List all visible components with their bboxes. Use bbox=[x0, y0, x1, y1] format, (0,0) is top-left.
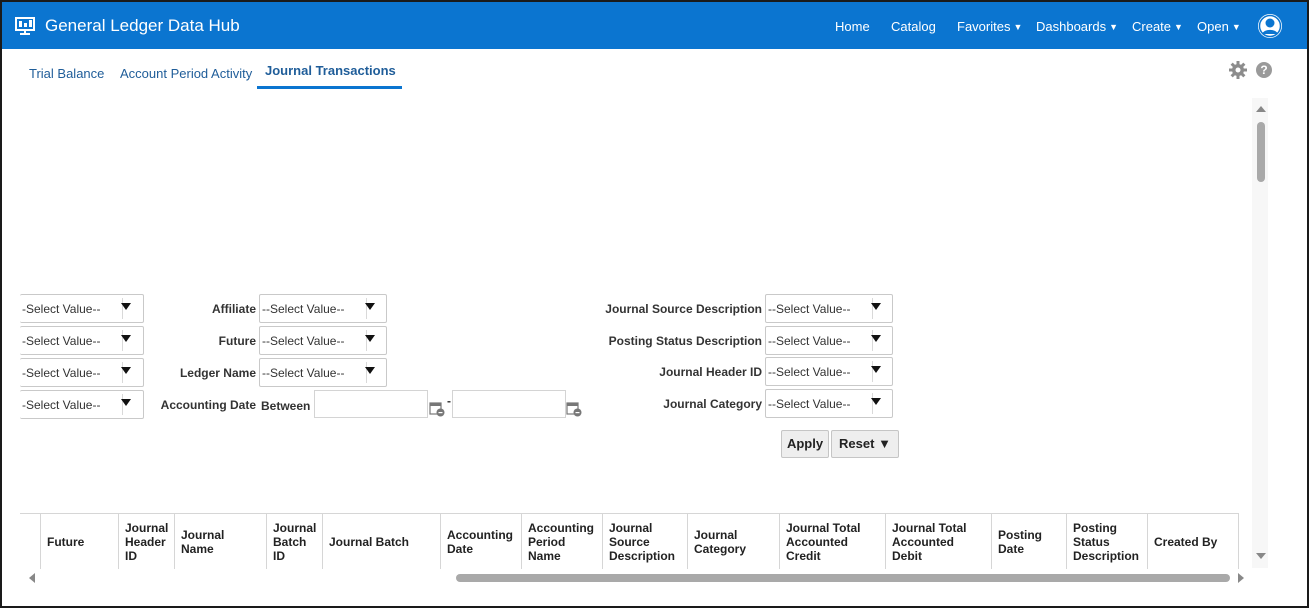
future-select[interactable]: --Select Value-- bbox=[259, 326, 387, 355]
table-column-header[interactable]: Journal Name bbox=[175, 514, 267, 569]
tab-journal-transactions[interactable]: Journal Transactions bbox=[265, 63, 396, 78]
chevron-down-icon: ▼ bbox=[1109, 22, 1119, 32]
app-title: General Ledger Data Hub bbox=[45, 16, 240, 35]
table-column-header[interactable]: Journal Total Accounted Debit bbox=[886, 514, 992, 569]
prompt-select-left-1[interactable]: -Select Value-- bbox=[20, 294, 144, 323]
accounting-date-to-input[interactable] bbox=[452, 390, 566, 418]
nav-create-label: Create bbox=[1132, 19, 1172, 34]
dropdown-arrow-icon bbox=[121, 335, 131, 342]
dropdown-arrow-icon bbox=[871, 398, 881, 405]
prompt-select-left-4[interactable]: -Select Value-- bbox=[20, 390, 144, 419]
ledger-name-select[interactable]: --Select Value-- bbox=[259, 358, 387, 387]
journal-source-description-select[interactable]: --Select Value-- bbox=[765, 294, 893, 323]
table-column-header[interactable]: Journal Header ID bbox=[119, 514, 175, 569]
tab-trial-balance[interactable]: Trial Balance bbox=[29, 66, 104, 81]
nav-home-label: Home bbox=[835, 19, 870, 34]
dashboard-app-icon bbox=[15, 17, 35, 35]
select-value: --Select Value-- bbox=[262, 366, 345, 380]
select-value: --Select Value-- bbox=[768, 397, 851, 411]
journal-category-label: Journal Category bbox=[663, 397, 762, 411]
posting-status-description-label: Posting Status Description bbox=[608, 334, 762, 348]
posting-status-description-select[interactable]: --Select Value-- bbox=[765, 326, 893, 355]
chevron-down-icon: ▼ bbox=[1231, 22, 1241, 32]
dropdown-arrow-icon bbox=[871, 335, 881, 342]
nav-catalog-label: Catalog bbox=[891, 19, 936, 34]
dropdown-arrow-icon bbox=[121, 399, 131, 406]
nav-home-link[interactable]: Home bbox=[835, 19, 870, 34]
scroll-up-arrow-icon[interactable] bbox=[1256, 106, 1266, 112]
journal-category-select[interactable]: --Select Value-- bbox=[765, 389, 893, 418]
select-value: -Select Value-- bbox=[22, 366, 101, 380]
prompt-select-left-2[interactable]: -Select Value-- bbox=[20, 326, 144, 355]
apply-button[interactable]: Apply bbox=[781, 430, 829, 458]
date-range-separator: - bbox=[447, 394, 451, 408]
table-column-header[interactable]: Accounting Period Name bbox=[522, 514, 603, 569]
affiliate-label: Affiliate bbox=[211, 302, 256, 316]
help-icon[interactable]: ? bbox=[1256, 62, 1272, 78]
journal-source-description-label: Journal Source Description bbox=[605, 302, 762, 316]
select-value: --Select Value-- bbox=[768, 302, 851, 316]
horizontal-scrollbar-thumb[interactable] bbox=[456, 574, 1230, 582]
app-window: General Ledger Data Hub Home Catalog Fav… bbox=[0, 0, 1309, 608]
prompt-select-left-3[interactable]: -Select Value-- bbox=[20, 358, 144, 387]
select-value: --Select Value-- bbox=[262, 302, 345, 316]
vertical-scrollbar-thumb[interactable] bbox=[1257, 122, 1265, 182]
select-value: -Select Value-- bbox=[22, 334, 101, 348]
select-value: --Select Value-- bbox=[768, 334, 851, 348]
dropdown-arrow-icon bbox=[365, 303, 375, 310]
table-column-header[interactable]: Journal Batch ID bbox=[267, 514, 323, 569]
accounting-date-label: Accounting Date bbox=[160, 398, 256, 412]
user-avatar-icon[interactable] bbox=[1257, 13, 1283, 39]
nav-dashboards-label: Dashboards bbox=[1036, 19, 1107, 34]
table-column-header[interactable]: Posting Status Description bbox=[1067, 514, 1148, 569]
nav-open-menu[interactable]: Open ▼ bbox=[1197, 19, 1241, 34]
table-column-header[interactable]: Accounting Date bbox=[441, 514, 522, 569]
scroll-right-arrow-icon[interactable] bbox=[1238, 573, 1244, 583]
nav-create-menu[interactable]: Create ▼ bbox=[1132, 19, 1183, 34]
journal-header-id-select[interactable]: --Select Value-- bbox=[765, 357, 893, 386]
dropdown-arrow-icon bbox=[365, 367, 375, 374]
table-column-header[interactable]: Future bbox=[41, 514, 119, 569]
scroll-left-arrow-icon[interactable] bbox=[29, 573, 35, 583]
top-header-bar: General Ledger Data Hub Home Catalog Fav… bbox=[2, 2, 1307, 49]
journal-header-id-label: Journal Header ID bbox=[659, 365, 762, 379]
nav-open-label: Open bbox=[1197, 19, 1229, 34]
between-label: Between bbox=[261, 399, 311, 413]
select-value: -Select Value-- bbox=[22, 398, 101, 412]
affiliate-select[interactable]: --Select Value-- bbox=[259, 294, 387, 323]
table-column-header[interactable]: Journal Category bbox=[688, 514, 780, 569]
future-label: Future bbox=[218, 334, 256, 348]
table-column-header[interactable]: Journal Batch bbox=[323, 514, 441, 569]
nav-favorites-label: Favorites bbox=[957, 19, 1011, 34]
nav-favorites-menu[interactable]: Favorites ▼ bbox=[957, 19, 1022, 34]
nav-dashboards-menu[interactable]: Dashboards ▼ bbox=[1036, 19, 1118, 34]
select-value: -Select Value-- bbox=[22, 302, 101, 316]
select-value: --Select Value-- bbox=[262, 334, 345, 348]
nav-catalog-link[interactable]: Catalog bbox=[891, 19, 936, 34]
accounting-date-from-input[interactable] bbox=[314, 390, 428, 418]
dropdown-arrow-icon bbox=[121, 367, 131, 374]
table-column-header[interactable] bbox=[20, 514, 41, 569]
select-value: --Select Value-- bbox=[768, 365, 851, 379]
ledger-name-label: Ledger Name bbox=[179, 366, 256, 380]
journal-transactions-table: Future Journal Header ID Journal Name Jo… bbox=[20, 513, 1239, 569]
gear-icon[interactable] bbox=[1229, 61, 1247, 79]
table-column-header[interactable]: Journal Total Accounted Credit bbox=[780, 514, 886, 569]
reset-button[interactable]: Reset ▼ bbox=[831, 430, 899, 458]
scroll-down-arrow-icon[interactable] bbox=[1256, 553, 1266, 559]
dropdown-arrow-icon bbox=[365, 335, 375, 342]
table-column-header[interactable]: Posting Date bbox=[992, 514, 1067, 569]
calendar-icon[interactable] bbox=[429, 401, 445, 417]
chevron-down-icon: ▼ bbox=[1174, 22, 1183, 32]
dropdown-arrow-icon bbox=[121, 303, 131, 310]
table-column-header[interactable]: Created By bbox=[1148, 514, 1239, 569]
chevron-down-icon: ▼ bbox=[1013, 22, 1023, 32]
dropdown-arrow-icon bbox=[871, 303, 881, 310]
active-tab-indicator bbox=[257, 86, 402, 89]
tab-account-period-activity[interactable]: Account Period Activity bbox=[120, 66, 252, 81]
table-column-header[interactable]: Journal Source Description bbox=[603, 514, 688, 569]
dropdown-arrow-icon bbox=[871, 366, 881, 373]
